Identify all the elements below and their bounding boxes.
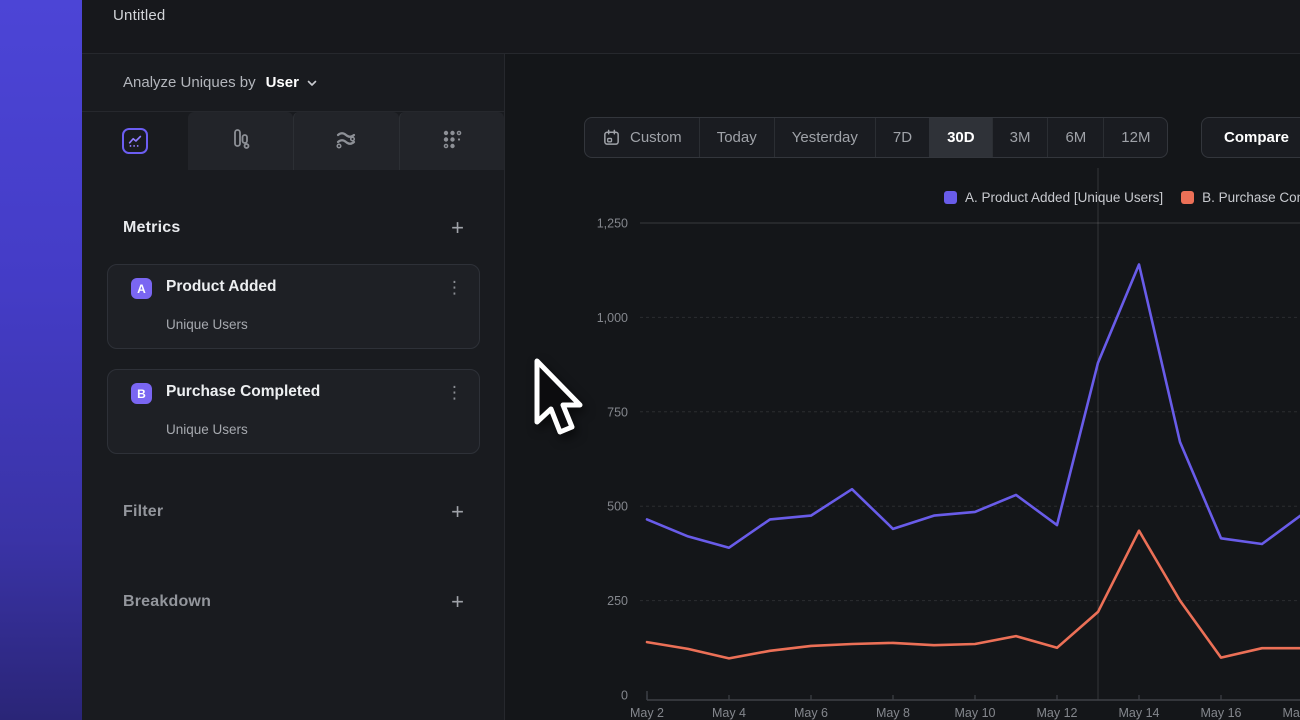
y-axis-tick-label: 250 bbox=[607, 594, 628, 608]
add-metric-button[interactable]: + bbox=[451, 218, 464, 238]
x-axis-tick-label: May 2 bbox=[630, 706, 664, 720]
metric-name: Purchase Completed bbox=[166, 383, 320, 401]
chart-type-tabs bbox=[82, 112, 504, 170]
metric-subtitle[interactable]: Unique Users bbox=[166, 422, 248, 437]
metric-badge-b: B bbox=[131, 383, 152, 404]
analyze-uniques-row: Analyze Uniques by User bbox=[82, 54, 504, 112]
flows-icon bbox=[333, 126, 359, 157]
metric-options-icon[interactable]: ⋮ bbox=[446, 277, 463, 298]
x-axis-tick-label: May 10 bbox=[955, 706, 996, 720]
bar-chart-icon bbox=[227, 126, 253, 157]
y-axis-tick-label: 1,000 bbox=[597, 311, 628, 325]
filter-header: Filter + bbox=[82, 498, 504, 526]
x-axis-tick-label: May 14 bbox=[1119, 706, 1160, 720]
metric-name: Product Added bbox=[166, 278, 277, 296]
tab-line-chart[interactable] bbox=[82, 112, 188, 170]
report-title[interactable]: Untitled bbox=[113, 7, 165, 24]
y-axis-tick-label: 0 bbox=[621, 689, 628, 703]
metric-card-b[interactable]: B Purchase Completed ⋮ Unique Users bbox=[107, 369, 480, 454]
series-line-a bbox=[647, 265, 1300, 548]
line-chart: 0 250 500 750 1,000 1,250 May 2 May 4 May 6 May 8… bbox=[505, 54, 1300, 720]
x-axis-tick-label: May 4 bbox=[712, 706, 746, 720]
y-axis-tick-label: 1,250 bbox=[597, 217, 628, 231]
y-axis-tick-label: 500 bbox=[607, 500, 628, 514]
retention-grid-icon bbox=[439, 126, 465, 157]
tab-retention[interactable] bbox=[399, 112, 505, 170]
cursor-pointer bbox=[531, 358, 587, 440]
tab-flows[interactable] bbox=[293, 112, 399, 170]
series-line-b bbox=[647, 531, 1300, 659]
y-axis-tick-label: 750 bbox=[607, 405, 628, 419]
x-axis-tick-label: May 6 bbox=[794, 706, 828, 720]
add-breakdown-button[interactable]: + bbox=[451, 592, 464, 612]
metric-options-icon[interactable]: ⋮ bbox=[446, 382, 463, 403]
breakdown-header: Breakdown + bbox=[82, 588, 504, 616]
background-gradient-strip bbox=[0, 0, 82, 720]
tab-bar-chart[interactable] bbox=[188, 112, 294, 170]
metrics-header: Metrics + bbox=[82, 214, 504, 242]
chevron-down-icon[interactable] bbox=[306, 77, 318, 89]
x-axis-tick-label: May 18 bbox=[1283, 706, 1300, 720]
metric-badge-a: A bbox=[131, 278, 152, 299]
analyze-uniques-label: Analyze Uniques by bbox=[123, 74, 256, 91]
breakdown-title: Breakdown bbox=[123, 593, 211, 611]
top-bar: Untitled bbox=[82, 0, 1300, 54]
x-axis-tick-label: May 16 bbox=[1201, 706, 1242, 720]
metrics-title: Metrics bbox=[123, 219, 180, 237]
add-filter-button[interactable]: + bbox=[451, 502, 464, 522]
query-sidebar: Analyze Uniques by User bbox=[82, 54, 505, 720]
metric-card-a[interactable]: A Product Added ⋮ Unique Users bbox=[107, 264, 480, 349]
chart-panel: CustomTodayYesterday7D30D3M6M12M Compare… bbox=[505, 54, 1300, 720]
metric-subtitle[interactable]: Unique Users bbox=[166, 317, 248, 332]
filter-title: Filter bbox=[123, 503, 163, 521]
app-window: Untitled Analyze Uniques by User bbox=[0, 0, 1300, 720]
analyze-by-dropdown[interactable]: User bbox=[266, 74, 299, 91]
x-axis-tick-label: May 12 bbox=[1037, 706, 1078, 720]
x-axis-tick-label: May 8 bbox=[876, 706, 910, 720]
line-chart-icon bbox=[122, 128, 148, 154]
